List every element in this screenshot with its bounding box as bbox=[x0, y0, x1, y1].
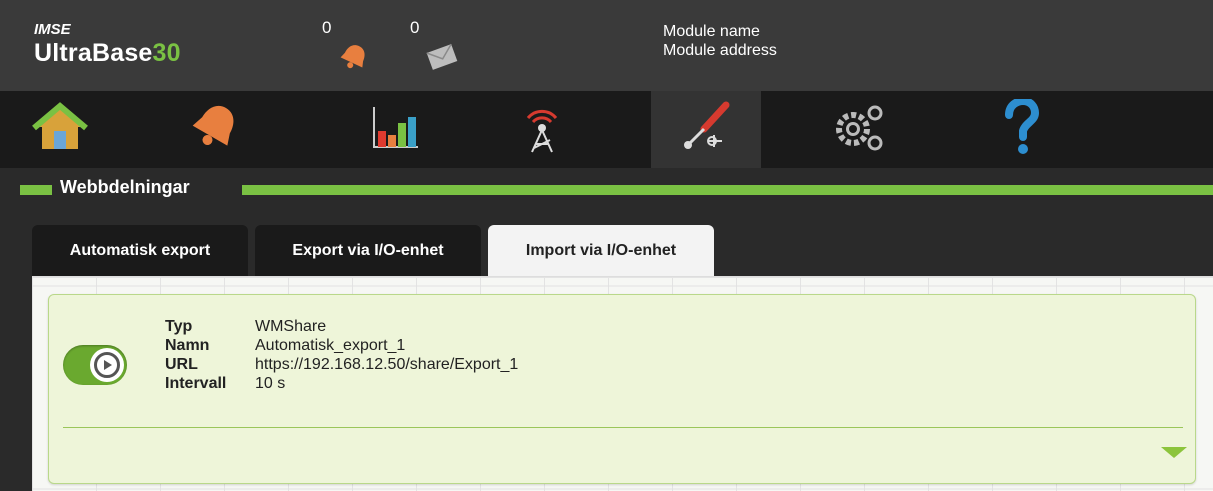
nav-home[interactable] bbox=[5, 91, 115, 168]
envelope-icon bbox=[424, 42, 460, 77]
bell-icon bbox=[336, 42, 372, 77]
play-icon bbox=[94, 352, 120, 378]
tab-export-io[interactable]: Export via I/O-enhet bbox=[255, 225, 481, 277]
section-bar-left bbox=[20, 185, 52, 195]
expand-arrow-icon[interactable] bbox=[1161, 447, 1187, 458]
share-card: Typ WMShare Namn Automatisk_export_1 URL… bbox=[48, 294, 1196, 484]
enable-toggle[interactable] bbox=[63, 345, 127, 385]
nav-charts[interactable] bbox=[341, 91, 451, 168]
info-row-namn: Namn Automatisk_export_1 bbox=[165, 336, 518, 355]
share-info: Typ WMShare Namn Automatisk_export_1 URL… bbox=[165, 317, 518, 393]
toggle-knob bbox=[90, 348, 124, 382]
brand-logo[interactable]: IMSE UltraBase30 bbox=[34, 22, 181, 68]
info-label: URL bbox=[165, 356, 198, 373]
nav-help[interactable] bbox=[966, 91, 1076, 168]
info-value: Automatisk_export_1 bbox=[255, 337, 406, 354]
nav-settings[interactable] bbox=[804, 91, 914, 168]
brand-small: IMSE bbox=[34, 21, 71, 38]
card-divider bbox=[63, 427, 1183, 428]
brand-num: 30 bbox=[152, 39, 181, 67]
nav-tools[interactable] bbox=[651, 91, 761, 168]
info-value: https://192.168.12.50/share/Export_1 bbox=[255, 356, 519, 373]
brand-main: UltraBase30 bbox=[34, 38, 181, 68]
alarm-counter[interactable]: 0 bbox=[322, 18, 382, 78]
bell-icon bbox=[185, 99, 245, 160]
info-value: WMShare bbox=[255, 318, 327, 335]
gears-icon bbox=[831, 101, 887, 158]
info-value: 10 s bbox=[255, 375, 286, 392]
section-header: Webbdelningar bbox=[0, 168, 1213, 208]
main-nav bbox=[0, 91, 1213, 168]
antenna-icon bbox=[514, 100, 570, 159]
module-info: Module name Module address bbox=[663, 22, 777, 60]
nav-alarms[interactable] bbox=[160, 91, 270, 168]
module-name: Module name bbox=[663, 23, 760, 40]
bar-chart-icon bbox=[368, 101, 424, 158]
info-label: Namn bbox=[165, 337, 210, 354]
info-row-intervall: Intervall 10 s bbox=[165, 374, 518, 393]
tools-icon bbox=[678, 99, 734, 160]
tab-import-io[interactable]: Import via I/O-enhet bbox=[488, 225, 714, 277]
home-icon bbox=[32, 101, 88, 158]
section-bar-right bbox=[242, 185, 1213, 195]
alarm-count: 0 bbox=[322, 18, 332, 37]
tab-automatisk-export[interactable]: Automatisk export bbox=[32, 225, 248, 277]
message-count: 0 bbox=[410, 18, 420, 37]
info-label: Typ bbox=[165, 318, 193, 335]
info-label: Intervall bbox=[165, 375, 227, 392]
header: IMSE UltraBase30 0 0 Module name Module … bbox=[0, 0, 1213, 91]
tab-content: Typ WMShare Namn Automatisk_export_1 URL… bbox=[32, 276, 1213, 491]
help-icon bbox=[1001, 96, 1041, 160]
info-row-typ: Typ WMShare bbox=[165, 317, 518, 336]
brand-main-text: UltraBase bbox=[34, 39, 153, 67]
module-address: Module address bbox=[663, 42, 777, 59]
nav-communication[interactable] bbox=[487, 91, 597, 168]
section-title: Webbdelningar bbox=[60, 177, 190, 197]
message-counter[interactable]: 0 bbox=[410, 18, 470, 78]
info-row-url: URL https://192.168.12.50/share/Export_1 bbox=[165, 355, 518, 374]
